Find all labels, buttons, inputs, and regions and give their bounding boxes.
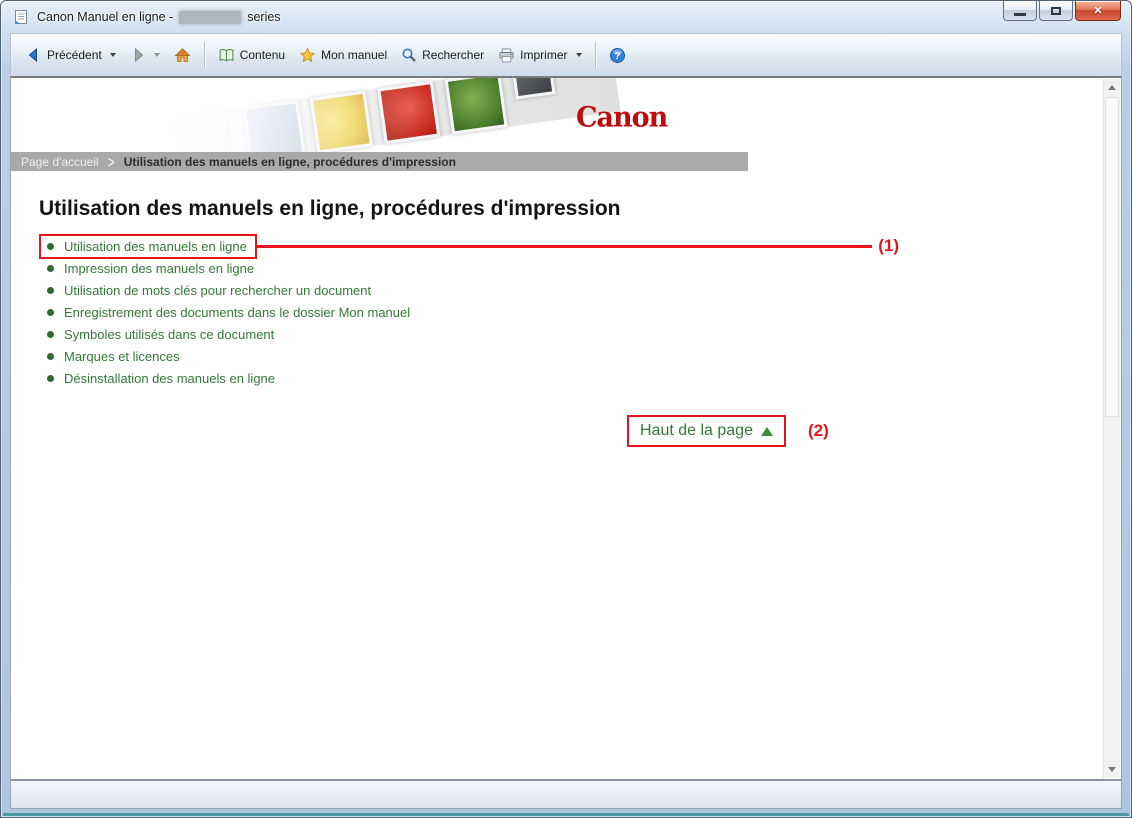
toolbar-separator (204, 42, 205, 68)
bullet-icon (47, 353, 54, 360)
callout-label-2: (2) (808, 421, 829, 441)
print-button[interactable]: Imprimer (491, 42, 588, 69)
canon-logo: Canon (576, 101, 667, 134)
minimize-button[interactable] (1003, 1, 1037, 21)
topic-link-printing-manuals[interactable]: Impression des manuels en ligne (64, 261, 254, 276)
window-controls: ✕ (1003, 1, 1121, 21)
callout-label-1: (1) (878, 236, 899, 256)
home-button[interactable] (167, 42, 198, 69)
annotation-box-1: Utilisation des manuels en ligne (39, 234, 257, 259)
my-manual-button-label: Mon manuel (321, 48, 387, 62)
minimize-icon (1014, 13, 1026, 16)
document-page: Canon Page d'accueil > Utilisation des m… (11, 78, 1103, 779)
window-title: Canon Manuel en ligne - series (13, 9, 281, 25)
annotation-connector-line (257, 245, 872, 248)
app-window: Canon Manuel en ligne - series ✕ Précéde… (0, 0, 1132, 818)
list-item: Marques et licences (39, 345, 1103, 367)
forward-dropdown-caret-icon[interactable] (154, 53, 160, 57)
star-icon (299, 47, 316, 64)
home-icon (174, 47, 191, 64)
content-area: Canon Page d'accueil > Utilisation des m… (10, 76, 1122, 779)
print-button-label: Imprimer (520, 48, 567, 62)
toolbar-separator (595, 42, 596, 68)
print-dropdown-caret-icon[interactable] (576, 53, 582, 57)
topic-link-trademarks[interactable]: Marques et licences (64, 349, 180, 364)
forward-arrow-icon (130, 47, 146, 63)
up-triangle-icon (761, 427, 773, 436)
bullet-icon (47, 265, 54, 272)
list-item: Utilisation de mots clés pour rechercher… (39, 279, 1103, 301)
vertical-scrollbar[interactable] (1103, 79, 1120, 778)
title-bar[interactable]: Canon Manuel en ligne - series ✕ (1, 1, 1131, 33)
redacted-model-name (179, 11, 241, 24)
search-button-label: Rechercher (422, 48, 484, 62)
scroll-down-button[interactable] (1104, 761, 1120, 778)
window-title-prefix: Canon Manuel en ligne - (37, 10, 173, 24)
printer-icon (498, 47, 515, 64)
annotation-box-2: Haut de la page (627, 415, 786, 447)
list-item: Impression des manuels en ligne (39, 257, 1103, 279)
close-icon: ✕ (1093, 4, 1102, 17)
breadcrumb: Page d'accueil > Utilisation des manuels… (11, 152, 748, 171)
contents-book-icon (218, 47, 235, 64)
contents-button[interactable]: Contenu (211, 42, 292, 69)
scrollbar-thumb[interactable] (1105, 97, 1119, 417)
scroll-down-icon (1108, 767, 1116, 772)
window-title-suffix: series (247, 10, 280, 24)
topic-link-using-manuals[interactable]: Utilisation des manuels en ligne (64, 239, 247, 254)
back-button-label: Précédent (47, 48, 102, 62)
photo-thumbnail-fern (444, 78, 507, 135)
topic-link-saving-documents[interactable]: Enregistrement des documents dans le dos… (64, 305, 410, 320)
top-of-page-row: Haut de la page (2) (627, 415, 1103, 447)
app-icon (13, 9, 29, 25)
search-icon (401, 47, 417, 63)
topic-link-keywords-search[interactable]: Utilisation de mots clés pour rechercher… (64, 283, 371, 298)
back-dropdown-caret-icon[interactable] (110, 53, 116, 57)
bullet-icon (47, 375, 54, 382)
bullet-icon (47, 331, 54, 338)
help-icon: ? (609, 47, 626, 64)
header-photo-strip (165, 78, 603, 152)
search-button[interactable]: Rechercher (394, 42, 491, 68)
help-button[interactable]: ? (602, 42, 633, 69)
list-item: Enregistrement des documents dans le dos… (39, 301, 1103, 323)
list-item: Utilisation des manuels en ligne (1) (39, 235, 899, 257)
photo-strip-fade (136, 78, 425, 152)
page-title: Utilisation des manuels en ligne, procéd… (39, 197, 1103, 221)
list-item: Symboles utilisés dans ce document (39, 323, 1103, 345)
toolbar: Précédent Contenu M (10, 33, 1122, 76)
svg-text:?: ? (614, 51, 620, 62)
top-of-page-link[interactable]: Haut de la page (640, 422, 753, 440)
main-section: Utilisation des manuels en ligne, procéd… (11, 171, 1103, 447)
topic-link-uninstalling[interactable]: Désinstallation des manuels en ligne (64, 371, 275, 386)
breadcrumb-current: Utilisation des manuels en ligne, procéd… (124, 155, 456, 169)
maximize-icon (1051, 7, 1061, 15)
back-arrow-icon (26, 47, 42, 63)
bullet-icon (47, 243, 54, 250)
forward-button[interactable] (123, 42, 167, 68)
contents-button-label: Contenu (240, 48, 285, 62)
breadcrumb-home-link[interactable]: Page d'accueil (21, 155, 99, 169)
back-button[interactable]: Précédent (19, 42, 123, 68)
bullet-icon (47, 287, 54, 294)
breadcrumb-separator-icon: > (108, 151, 115, 171)
status-bar (10, 779, 1122, 809)
close-button[interactable]: ✕ (1075, 1, 1121, 21)
maximize-button[interactable] (1039, 1, 1073, 21)
scroll-up-button[interactable] (1104, 79, 1120, 96)
page-banner: Canon (11, 78, 1103, 152)
topic-link-symbols[interactable]: Symboles utilisés dans ce document (64, 327, 274, 342)
scroll-up-icon (1108, 85, 1116, 90)
my-manual-button[interactable]: Mon manuel (292, 42, 394, 69)
topic-link-list: Utilisation des manuels en ligne (1) Imp… (39, 235, 1103, 389)
list-item: Désinstallation des manuels en ligne (39, 367, 1103, 389)
bullet-icon (47, 309, 54, 316)
